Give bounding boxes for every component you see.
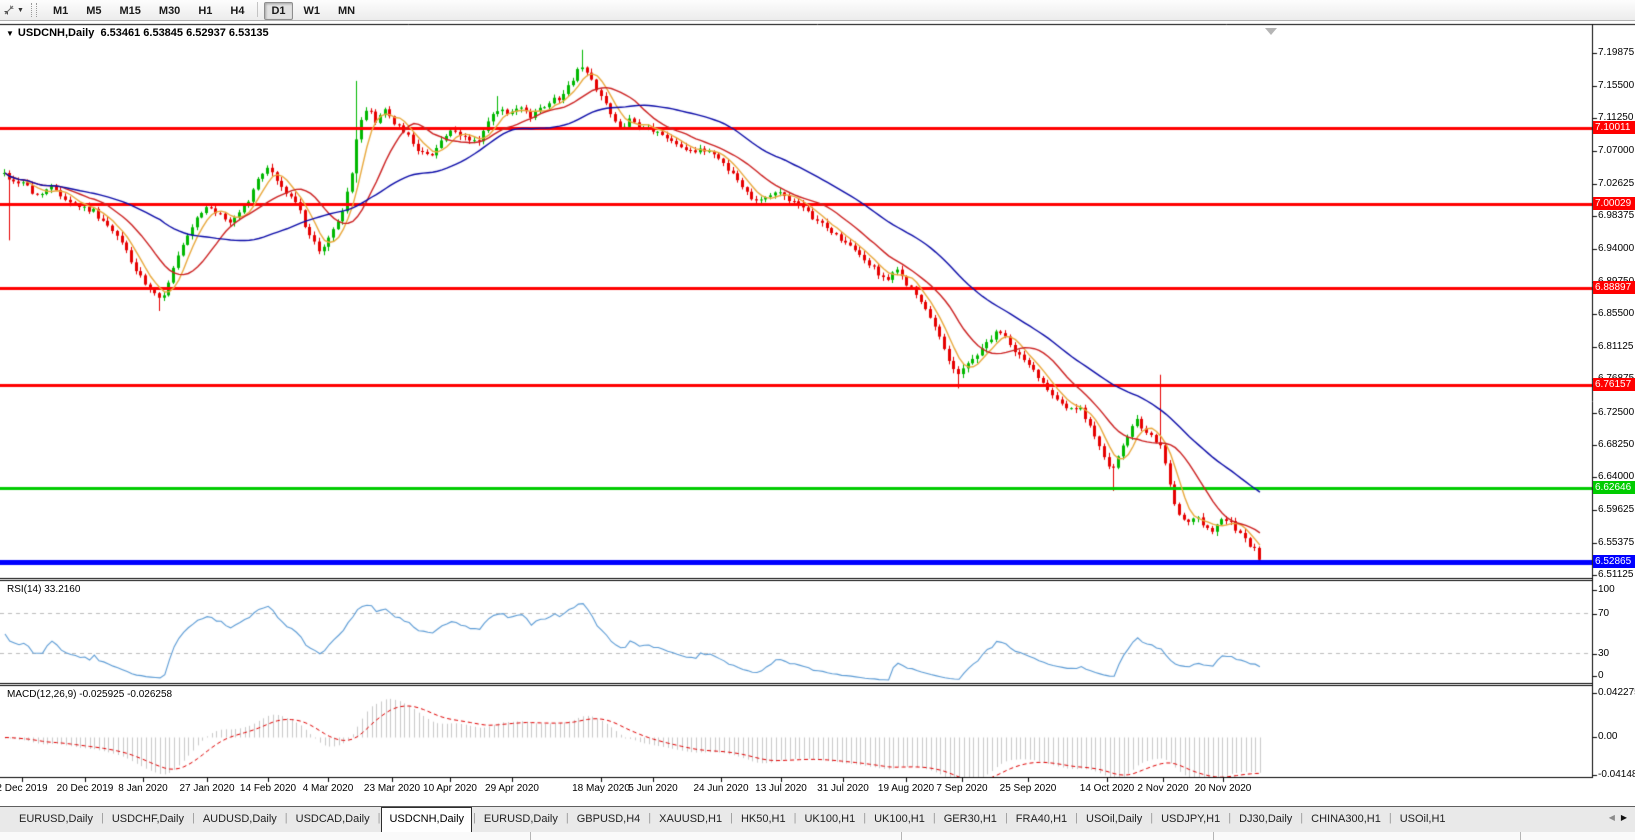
price-line-tag: 6.62646	[1593, 481, 1635, 494]
status-divider	[901, 832, 902, 840]
macd-indicator-label: MACD(12,26,9) -0.025925 -0.026258	[7, 689, 172, 700]
date-axis-label: 14 Oct 2020	[1080, 783, 1134, 795]
date-axis-label: 7 Sep 2020	[936, 783, 987, 795]
symbol-caret-icon[interactable]: ▼	[6, 29, 14, 38]
cursor-tool-icon[interactable]	[2, 3, 16, 17]
macd-axis-label: 0.042275	[1598, 687, 1635, 699]
mt4-window: ▼ M1M5 M15M30H1H4 D1 W1MN ▼ USDCNH,Daily 6.5…	[0, 0, 1635, 840]
chart-tab-uk100-h1[interactable]: UK100,H1	[797, 807, 862, 832]
price-axis-tick-label: 6.81125	[1598, 341, 1633, 353]
date-axis-label: 24 Jun 2020	[693, 783, 748, 795]
date-axis-label: 4 Mar 2020	[303, 783, 354, 795]
rsi-indicator-label: RSI(14) 33.2160	[7, 584, 80, 595]
macd-axis-label: -0.04148	[1598, 769, 1635, 781]
date-axis-label: 10 Apr 2020	[423, 783, 477, 795]
price-line-tag: 6.52865	[1593, 555, 1635, 568]
rsi-axis-label: 0	[1598, 670, 1604, 682]
price-axis-tick-label: 6.98375	[1598, 210, 1634, 222]
date-axis-label: 19 Aug 2020	[878, 783, 934, 795]
chart-tab-gbpusd-h4[interactable]: GBPUSD,H4	[570, 807, 648, 832]
chart-title: ▼ USDCNH,Daily 6.53461 6.53845 6.52937 6.…	[6, 27, 269, 39]
chart-tab-china300-h1[interactable]: CHINA300,H1	[1304, 807, 1388, 832]
date-axis-label: 25 Sep 2020	[1000, 783, 1057, 795]
rsi-axis-label: 30	[1598, 648, 1609, 660]
date-axis-label: 5 Jun 2020	[628, 783, 678, 795]
macd-axis-label: 0.00	[1598, 731, 1617, 743]
date-axis-label: 20 Nov 2020	[1195, 783, 1252, 795]
price-line-tag: 6.76157	[1593, 378, 1635, 391]
timeframe-button-w1[interactable]: W1	[297, 2, 328, 20]
price-axis-tick-label: 6.59625	[1598, 504, 1634, 516]
date-axis-label: 23 Mar 2020	[364, 783, 420, 795]
chart-tab-fra40-h1[interactable]: FRA40,H1	[1009, 807, 1074, 832]
chart-tab-usoil-daily[interactable]: USOil,Daily	[1079, 807, 1149, 832]
date-axis-label: 13 Jul 2020	[755, 783, 807, 795]
date-axis-label: 27 Jan 2020	[179, 783, 234, 795]
timeframe-button-m1[interactable]: M1	[46, 2, 75, 20]
status-divider	[1520, 832, 1521, 840]
price-line-tag: 6.88897	[1593, 281, 1635, 294]
price-axis-tick-label: 6.72500	[1598, 407, 1634, 419]
chart-tab-usdcad-daily[interactable]: USDCAD,Daily	[289, 807, 377, 832]
chart-tab-eurusd-daily[interactable]: EURUSD,Daily	[12, 807, 100, 832]
toolbar: ▼ M1M5 M15M30H1H4 D1 W1MN	[0, 0, 1635, 21]
date-axis-label: 20 Dec 2019	[57, 783, 114, 795]
date-axis-label: 14 Feb 2020	[240, 783, 296, 795]
timeframe-button-d1[interactable]: D1	[264, 2, 292, 20]
chart-tab-dj30-daily[interactable]: DJ30,Daily	[1232, 807, 1299, 832]
price-axis-tick-label: 6.94000	[1598, 243, 1634, 255]
tab-scroll-left-icon[interactable]: ◀	[1609, 813, 1615, 822]
cursor-tool-caret-icon[interactable]: ▼	[17, 7, 24, 14]
timeframe-button-h1[interactable]: H1	[191, 2, 219, 20]
status-divider	[530, 832, 531, 840]
date-axis-label: 31 Jul 2020	[817, 783, 869, 795]
chart-tab-bar: EURUSD,Daily|USDCHF,Daily|AUDUSD,Daily|U…	[0, 806, 1635, 832]
status-strip	[0, 832, 1635, 840]
price-axis-tick-label: 6.55375	[1598, 537, 1634, 549]
timeframe-button-h4[interactable]: H4	[223, 2, 251, 20]
toolbar-separator	[257, 2, 258, 17]
timeframe-button-group: M1M5 M15M30H1H4 D1 W1MN	[44, 1, 364, 20]
status-divider	[1213, 832, 1214, 840]
chart-tab-eurusd-daily[interactable]: EURUSD,Daily	[477, 807, 565, 832]
rsi-axis-label: 70	[1598, 608, 1609, 620]
timeframe-button-m30[interactable]: M30	[152, 2, 187, 20]
date-axis-label: 8 Jan 2020	[118, 783, 168, 795]
chart-tab-usdjpy-h1[interactable]: USDJPY,H1	[1154, 807, 1227, 832]
date-axis-label: 2 Nov 2020	[1137, 783, 1188, 795]
chart-shift-marker-icon[interactable]	[1265, 28, 1277, 35]
price-axis-tick-label: 7.19875	[1598, 47, 1634, 59]
chart-tab-usoil-h1[interactable]: USOil,H1	[1393, 807, 1453, 832]
date-axis-label: 29 Apr 2020	[485, 783, 539, 795]
timeframe-button-m15[interactable]: M15	[113, 2, 148, 20]
price-line-tag: 7.00029	[1593, 197, 1635, 210]
price-axis-tick-label: 7.07000	[1598, 145, 1634, 157]
chart-ohlc-values: 6.53461 6.53845 6.52937 6.53135	[100, 27, 268, 39]
price-axis-tick-label: 6.68250	[1598, 439, 1634, 451]
chart-symbol-label: USDCNH,Daily	[18, 27, 94, 39]
tab-scroll-arrows: ◀▶	[1609, 807, 1635, 832]
price-axis-tick-label: 6.51125	[1598, 569, 1633, 581]
timeframe-button-mn[interactable]: MN	[331, 2, 362, 20]
chart-tab-ger30-h1[interactable]: GER30,H1	[937, 807, 1004, 832]
price-axis-tick-label: 6.85500	[1598, 308, 1634, 320]
chart-tab-usdcnh-daily[interactable]: USDCNH,Daily	[381, 807, 472, 832]
toolbar-grip[interactable]	[31, 3, 37, 17]
date-axis-label: 18 May 2020	[572, 783, 630, 795]
tab-scroll-right-icon[interactable]: ▶	[1621, 813, 1627, 822]
chart-canvas[interactable]	[0, 0, 1635, 840]
date-axis-label: 2 Dec 2019	[0, 783, 48, 795]
chart-tab-uk100-h1[interactable]: UK100,H1	[867, 807, 932, 832]
timeframe-button-m5[interactable]: M5	[79, 2, 108, 20]
price-axis-tick-label: 7.02625	[1598, 178, 1634, 190]
chart-tab-xauusd-h1[interactable]: XAUUSD,H1	[652, 807, 729, 832]
chart-tab-usdchf-daily[interactable]: USDCHF,Daily	[105, 807, 191, 832]
chart-tab-audusd-daily[interactable]: AUDUSD,Daily	[196, 807, 284, 832]
price-axis-tick-label: 7.15500	[1598, 80, 1634, 92]
chart-tab-hk50-h1[interactable]: HK50,H1	[734, 807, 793, 832]
rsi-axis-label: 100	[1598, 584, 1615, 596]
price-line-tag: 7.10011	[1593, 121, 1635, 134]
